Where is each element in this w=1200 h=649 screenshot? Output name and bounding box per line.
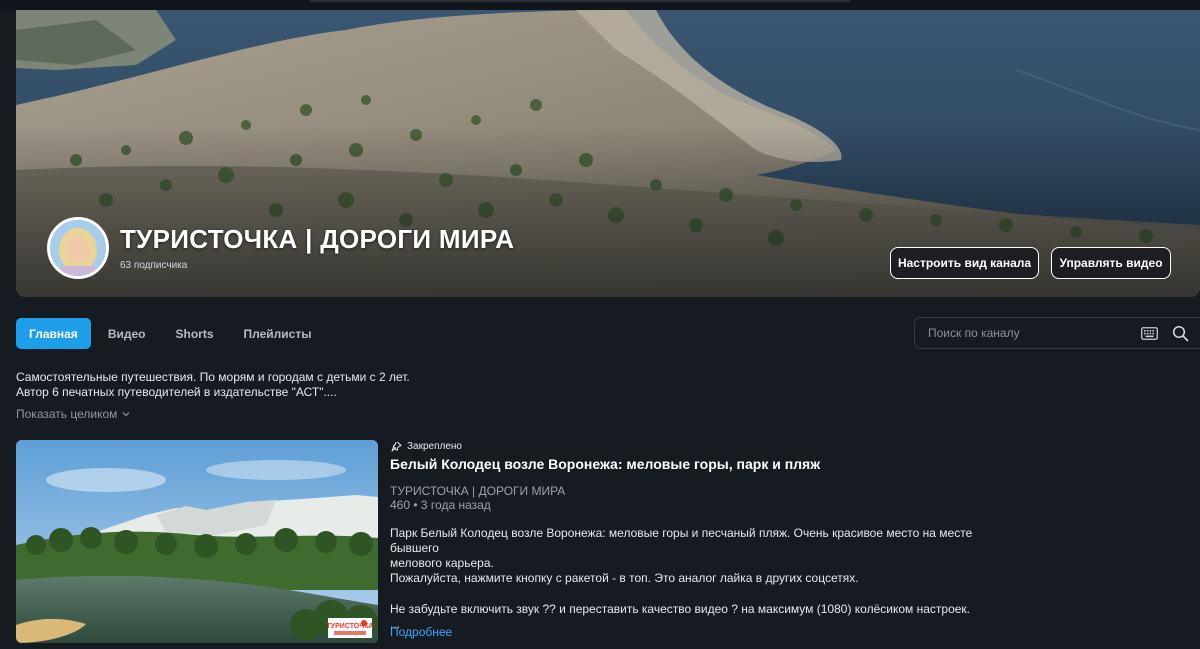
video-thumbnail[interactable]: ТУРИСТОЧКА bbox=[16, 440, 378, 643]
pinned-text: Закреплено bbox=[407, 441, 462, 452]
video-description-line: Пожалуйста, нажмите кнопку с ракетой - в… bbox=[390, 571, 859, 585]
video-channel-name[interactable]: ТУРИСТОЧКА | ДОРОГИ МИРА bbox=[390, 484, 565, 498]
video-title[interactable]: Белый Колодец возле Воронежа: меловые го… bbox=[390, 456, 820, 472]
manage-videos-button[interactable]: Управлять видео bbox=[1051, 247, 1171, 279]
browser-top-strip bbox=[0, 0, 1200, 10]
video-description-line: Парк Белый Колодец возле Воронежа: мелов… bbox=[390, 526, 973, 555]
upload-age: 3 года назад bbox=[420, 498, 491, 512]
channel-search bbox=[914, 317, 1200, 349]
description-line: Самостоятельные путешествия. По морям и … bbox=[16, 370, 410, 384]
channel-avatar[interactable] bbox=[47, 217, 109, 279]
channel-description: Самостоятельные путешествия. По морям и … bbox=[16, 370, 410, 400]
top-strip-bar bbox=[310, 0, 850, 2]
pin-icon bbox=[391, 441, 402, 452]
channel-banner: ТУРИСТОЧКА | ДОРОГИ МИРА 63 подписчика Н… bbox=[16, 10, 1200, 297]
tab-home[interactable]: Главная bbox=[16, 318, 91, 349]
thumbnail-image: ТУРИСТОЧКА bbox=[16, 440, 378, 643]
channel-tabs: Главная Видео Shorts Плейлисты bbox=[16, 318, 328, 349]
show-more-link[interactable]: Показать целиком bbox=[16, 407, 130, 421]
meta-separator: • bbox=[413, 498, 418, 512]
search-input[interactable] bbox=[928, 326, 1128, 340]
video-description-line: мелового карьера. bbox=[390, 556, 494, 570]
read-more-link[interactable]: Подробнее bbox=[390, 625, 452, 639]
tab-playlists[interactable]: Плейлисты bbox=[231, 318, 325, 349]
video-description-gap bbox=[390, 586, 1010, 602]
show-more-label: Показать целиком bbox=[16, 407, 118, 421]
video-description-line: Не забудьте включить звук ?? и перестави… bbox=[390, 602, 970, 616]
chevron-down-icon bbox=[122, 412, 130, 417]
avatar-image bbox=[50, 220, 106, 276]
description-line: Автор 6 печатных путеводителей в издател… bbox=[16, 385, 337, 399]
keyboard-icon[interactable] bbox=[1141, 327, 1158, 340]
search-icon[interactable] bbox=[1172, 325, 1189, 342]
tab-videos[interactable]: Видео bbox=[95, 318, 159, 349]
view-count: 460 bbox=[390, 498, 411, 512]
subscriber-count: 63 подписчика bbox=[120, 260, 188, 271]
pinned-label: Закреплено bbox=[391, 441, 462, 452]
customize-channel-button[interactable]: Настроить вид канала bbox=[890, 247, 1039, 279]
video-meta: 460 • 3 года назад bbox=[390, 498, 491, 512]
channel-title: ТУРИСТОЧКА | ДОРОГИ МИРА bbox=[120, 224, 515, 254]
video-description: Парк Белый Колодец возле Воронежа: мелов… bbox=[390, 526, 1010, 632]
tab-shorts[interactable]: Shorts bbox=[162, 318, 226, 349]
video-description-line: ... bbox=[390, 617, 401, 631]
